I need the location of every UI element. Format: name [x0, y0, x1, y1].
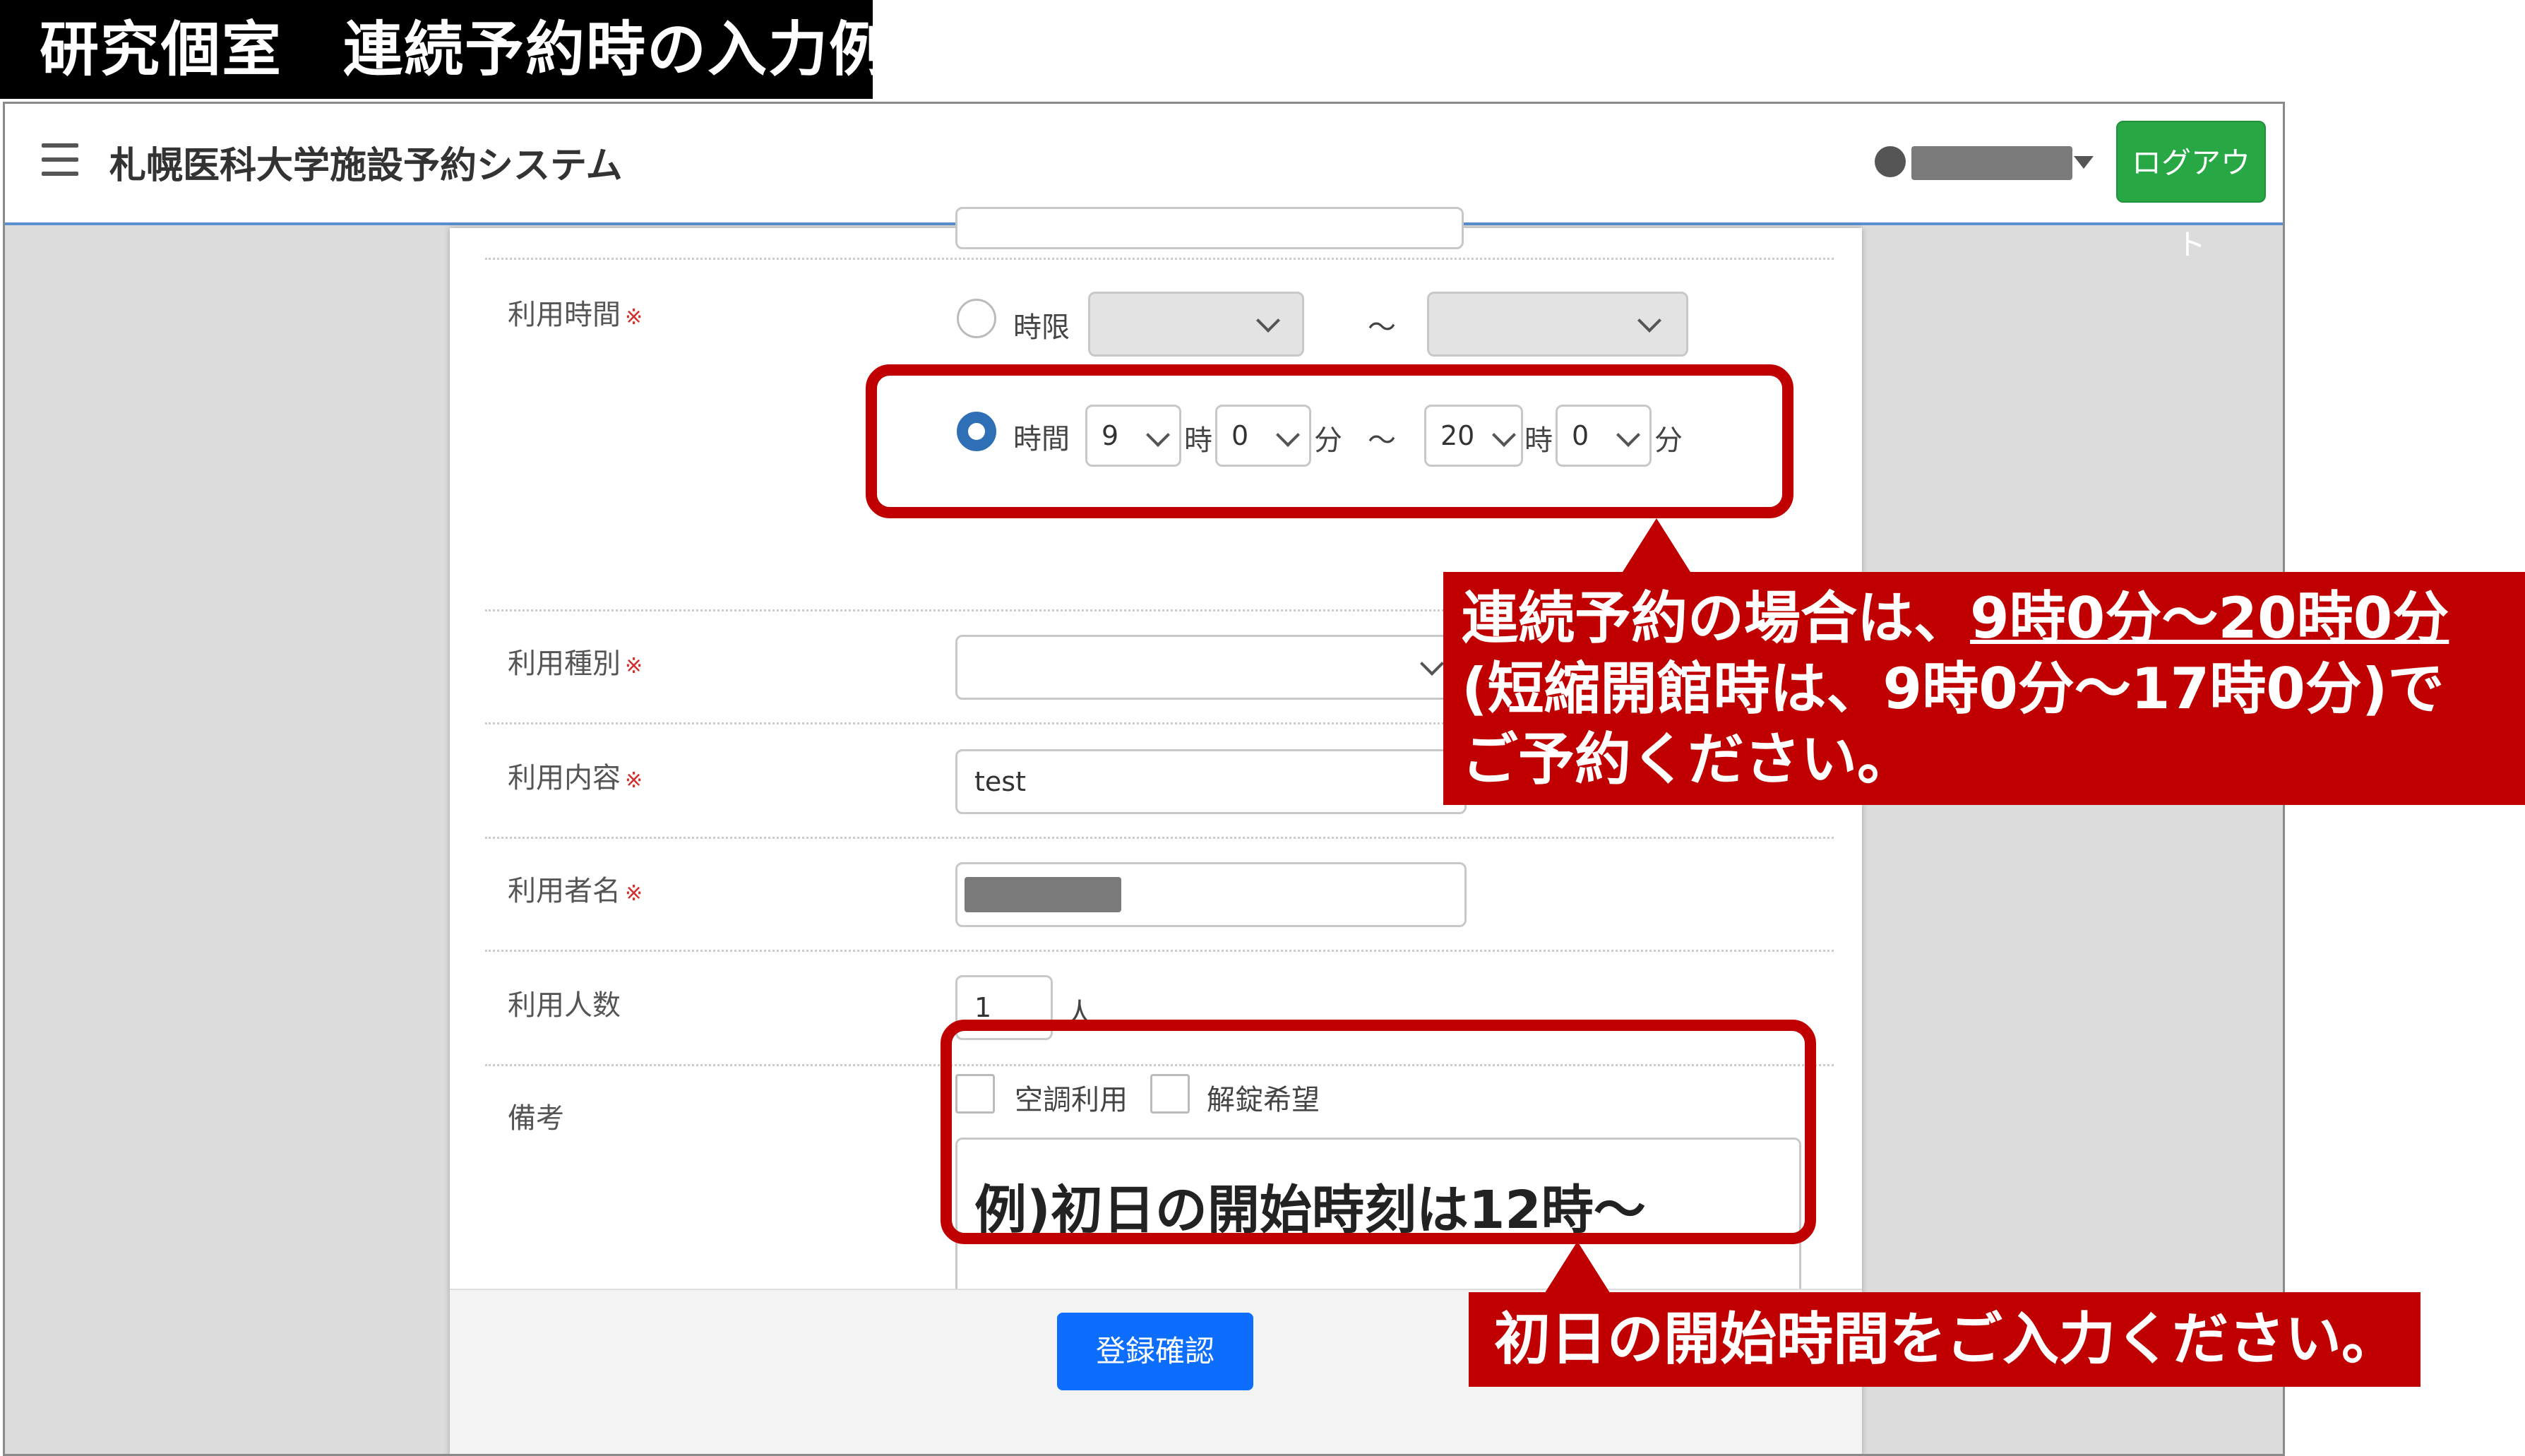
callout-arrow [1544, 1241, 1611, 1295]
period-radio[interactable] [957, 299, 996, 338]
usage-content-label: 利用内容 ※ [508, 762, 643, 794]
tilde: ～ [1368, 311, 1396, 344]
divider [485, 258, 1834, 260]
period-option-label: 時限 [1013, 311, 1070, 344]
callout-arrow [1623, 518, 1690, 572]
period-end-select[interactable] [1427, 292, 1688, 357]
people-count-label: 利用人数 [508, 989, 621, 1022]
hamburger-menu-icon[interactable] [42, 143, 78, 177]
user-name-label: 利用者名 ※ [508, 875, 643, 907]
start-time-note: 初日の開始時間をご入力ください。 [1469, 1292, 2420, 1387]
register-confirm-button[interactable]: 登録確認 [1057, 1313, 1253, 1390]
user-name-input[interactable] [955, 862, 1467, 927]
time-highlight-box [866, 364, 1793, 518]
user-icon[interactable] [1875, 146, 1906, 177]
user-name-redacted[interactable] [1911, 146, 2072, 180]
chevron-down-icon[interactable] [2074, 156, 2094, 169]
divider [485, 950, 1834, 952]
logout-button[interactable]: ログアウト [2116, 121, 2266, 262]
usage-type-select[interactable] [955, 635, 1467, 700]
previous-field-input[interactable] [955, 207, 1464, 249]
period-start-select[interactable] [1088, 292, 1304, 357]
page-heading-label: 研究個室 連続予約時の入力例 [0, 0, 888, 99]
user-name-redacted [965, 877, 1121, 912]
remarks-highlight-box [941, 1020, 1816, 1244]
app-title: 札幌医科大学施設予約システム [109, 145, 623, 187]
usage-content-input[interactable]: test [955, 749, 1467, 814]
usage-type-label: 利用種別 ※ [508, 648, 643, 680]
usage-time-label: 利用時間 ※ [508, 299, 643, 331]
continuous-reservation-note: 連続予約の場合は、9時0分～20時0分 (短縮開館時は、9時0分～17時0分)で… [1443, 572, 2525, 805]
divider [485, 837, 1834, 839]
remarks-label: 備考 [508, 1102, 564, 1135]
